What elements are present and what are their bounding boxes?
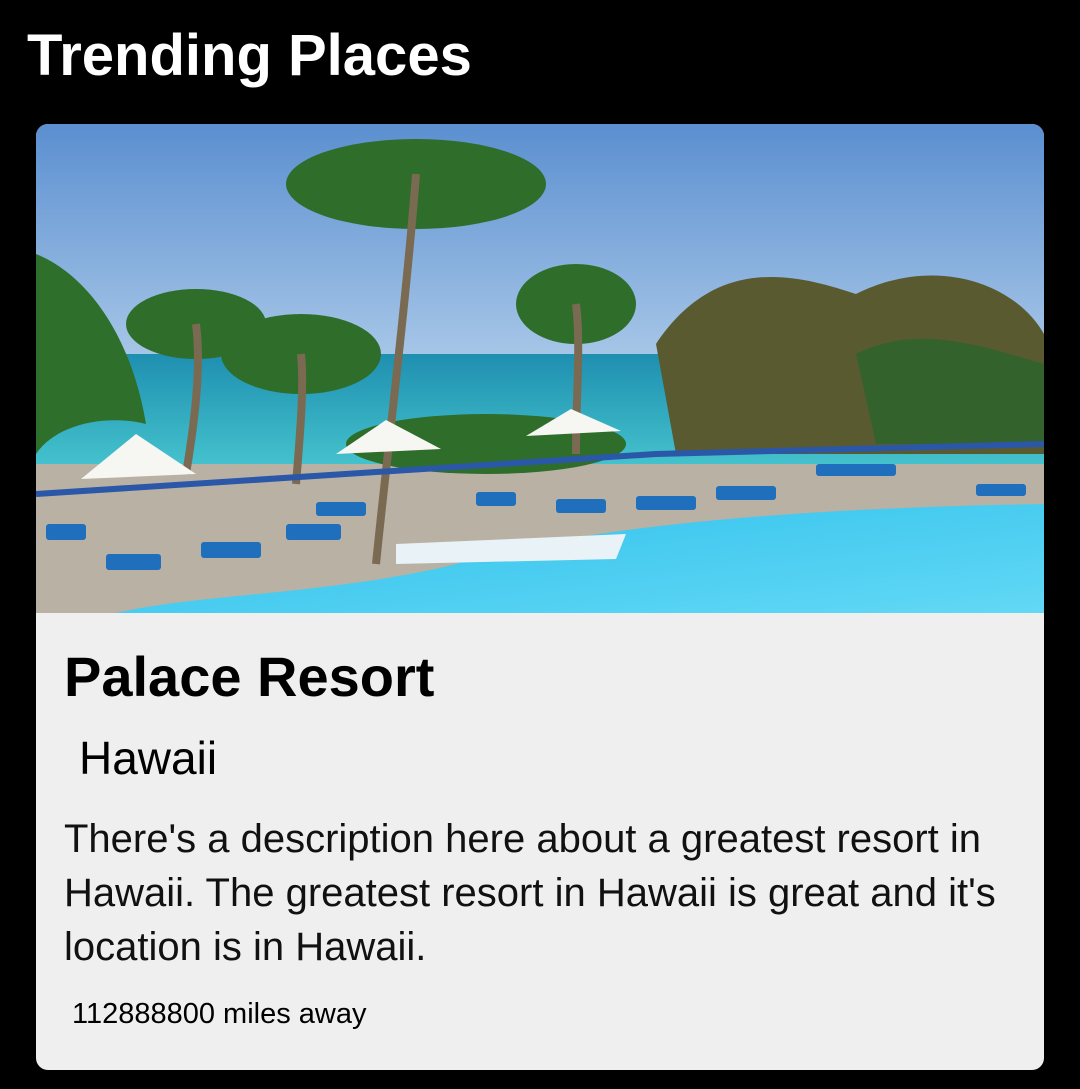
place-description: There's a description here about a great… [64, 817, 996, 969]
place-card[interactable]: Palace Resort Hawaii There's a descripti… [36, 124, 1044, 1070]
place-distance: 112888800 miles away [72, 998, 367, 1030]
place-location: Hawaii [79, 732, 218, 784]
page-title: Trending Places [27, 23, 472, 88]
place-name: Palace Resort [64, 645, 435, 708]
place-image [36, 124, 1044, 613]
